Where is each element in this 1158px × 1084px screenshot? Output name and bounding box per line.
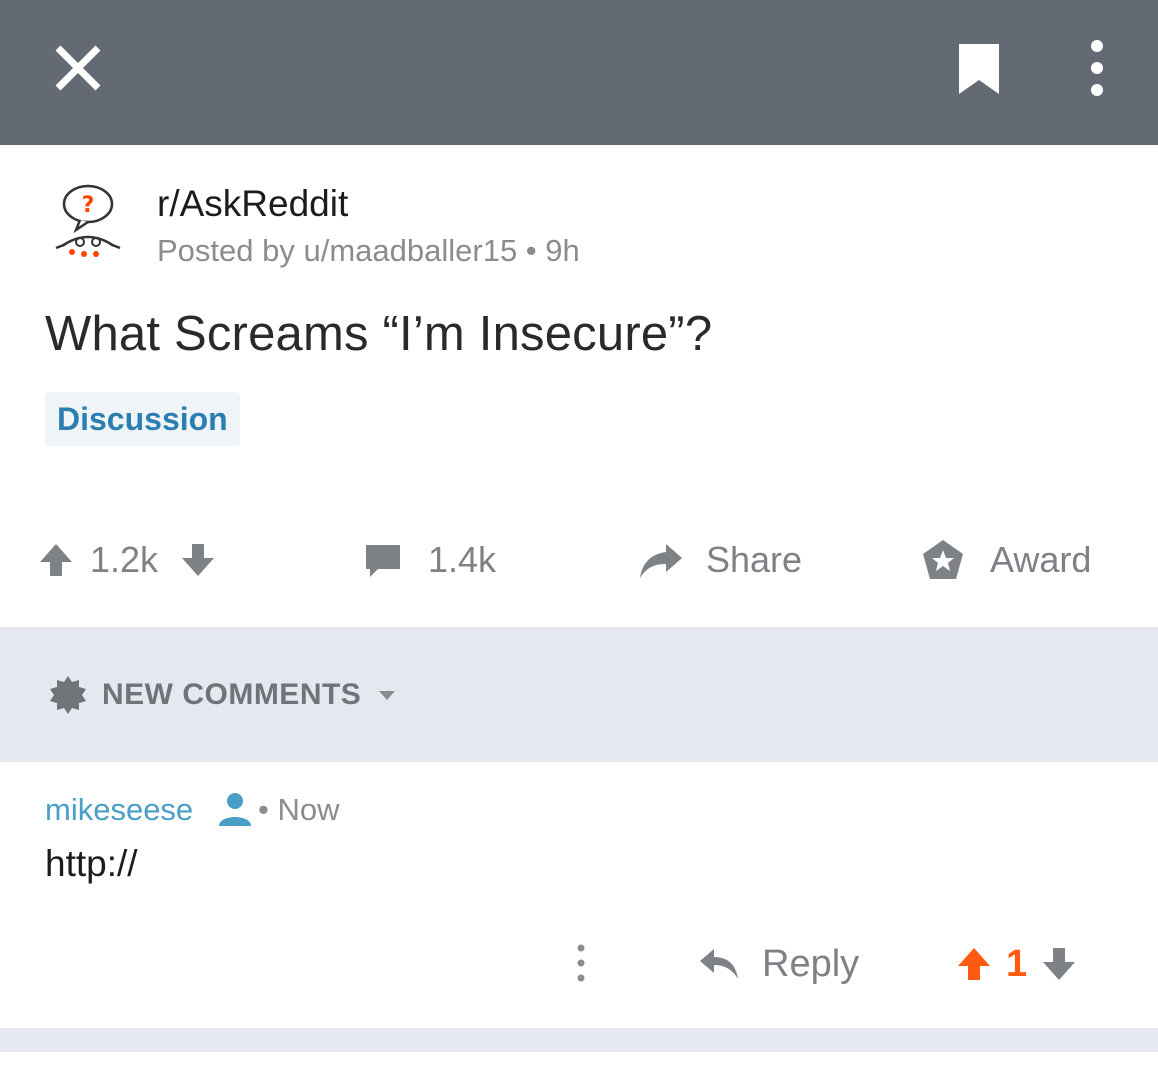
subreddit-name[interactable]: r/AskReddit [157,183,348,225]
svg-text:?: ? [82,193,95,218]
post-title: What Screams “I’m Insecure”? [45,307,713,361]
share-button[interactable]: Share [638,525,802,595]
next-comment-placeholder [0,1052,1158,1084]
upvote-count: 1.2k [90,539,159,580]
post-actions: 1.2k 1.4k Share Award [0,525,1158,595]
sort-dropdown[interactable]: NEW COMMENTS [48,673,399,717]
chevron-down-icon [379,691,396,700]
comment-divider [0,1028,1158,1052]
comment-more-icon[interactable] [568,940,594,986]
comment-time: • Now [258,792,340,827]
reply-icon [700,949,738,979]
top-bar [0,0,1158,145]
comment-icon [366,545,400,577]
share-label: Share [706,539,803,580]
comment-body: http:// [45,843,138,884]
award-button[interactable]: Award [920,525,1091,595]
bookmark-icon[interactable] [956,40,1002,96]
upvote-active-icon[interactable] [956,944,992,984]
comment-vote-controls: 1 [956,936,1077,992]
post-meta: Posted by u/maadballer15 • 9h [157,233,580,268]
sort-label: NEW COMMENTS [102,678,362,711]
post-flair[interactable]: Discussion [45,392,240,446]
downvote-icon[interactable] [1041,944,1077,984]
comments-button[interactable]: 1.4k [362,525,496,595]
comment-username[interactable]: mikeseese [45,792,193,828]
op-user-icon [219,793,251,826]
award-label: Award [990,539,1092,580]
reply-button[interactable]: Reply [698,936,859,992]
upvote-icon[interactable] [38,540,74,580]
more-options-icon[interactable] [1082,36,1112,100]
downvote-icon[interactable] [180,540,216,580]
comment-count: 1.4k [428,539,497,580]
vote-controls: 1.2k [38,525,216,595]
reply-label: Reply [762,942,860,985]
close-icon[interactable] [50,40,106,96]
new-badge-icon [50,676,86,714]
comment-sort-bar: NEW COMMENTS [0,627,1158,762]
award-icon [923,540,963,579]
subreddit-avatar-icon[interactable]: ? [52,182,124,262]
comment-score: 1 [1006,942,1028,985]
share-icon [640,544,682,578]
